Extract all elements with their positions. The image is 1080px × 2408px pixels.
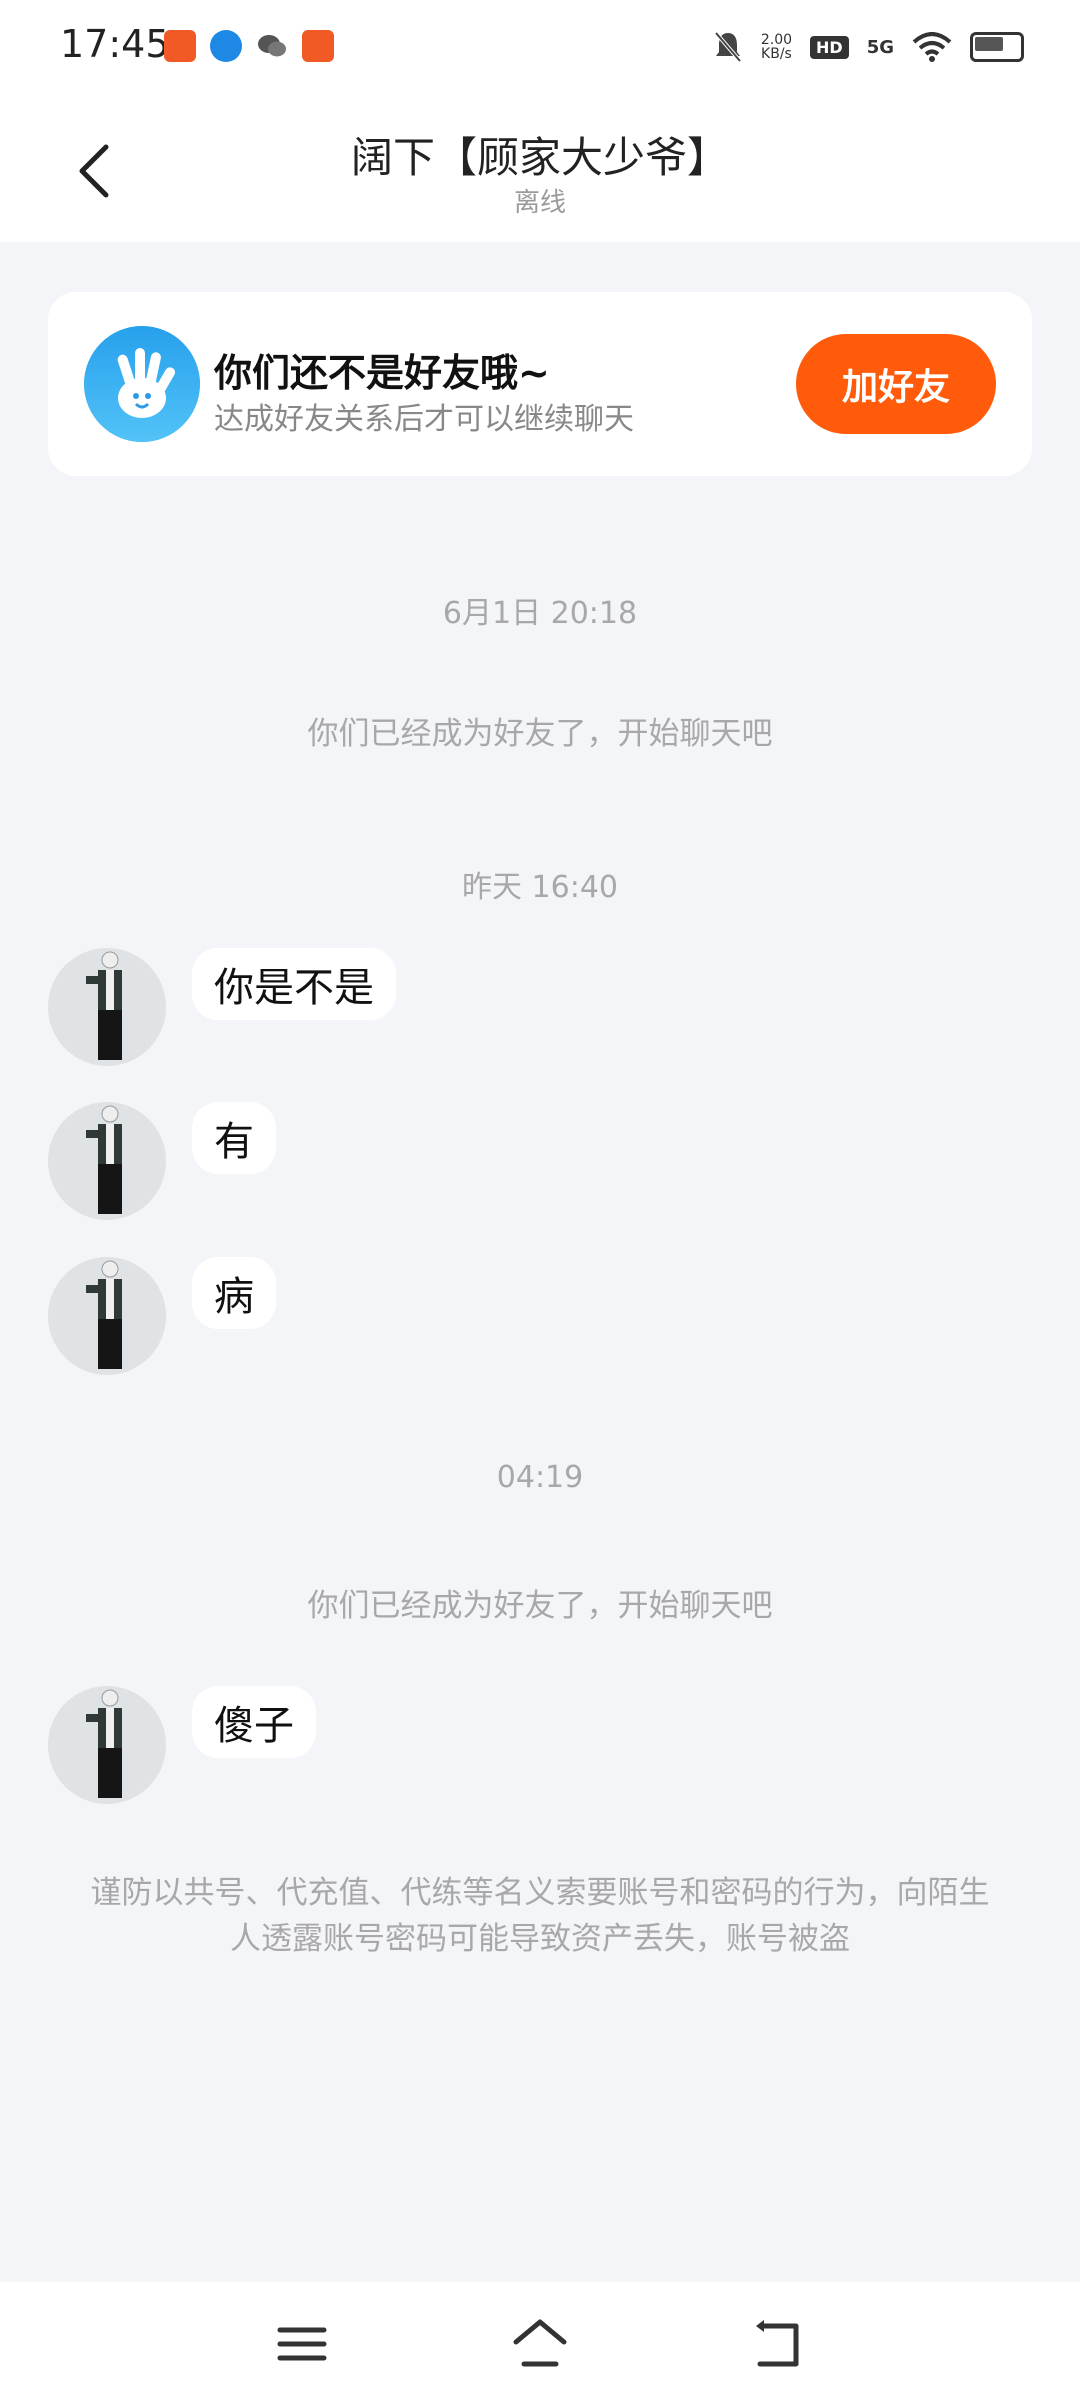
back-nav-icon[interactable]: [750, 2314, 810, 2374]
battery-icon: [970, 32, 1024, 62]
chat-header: 阔下【顾家大少爷】 离线: [0, 96, 1080, 242]
net-speed-unit: KB/s: [761, 46, 792, 62]
timestamp: 04:19: [496, 1460, 584, 1495]
hand-wave-icon: [84, 326, 200, 442]
network-type: 5G: [866, 36, 894, 58]
timestamp: 6月1日 20:18: [442, 596, 638, 631]
message-bubble[interactable]: 傻子: [192, 1686, 316, 1758]
message-row: 你是不是: [48, 948, 948, 1068]
message-bubble[interactable]: 你是不是: [192, 948, 396, 1020]
app-notification-icon: [164, 30, 196, 62]
add-friend-button[interactable]: 加好友: [796, 334, 996, 434]
net-speed-value: 2.00: [760, 32, 793, 48]
mute-bell-icon: [714, 31, 742, 63]
avatar[interactable]: [48, 1686, 166, 1804]
system-message: 你们已经成为好友了，开始聊天吧: [307, 1588, 773, 1624]
network-speed: 2.00 KB/s: [761, 33, 792, 61]
system-message: 你们已经成为好友了，开始聊天吧: [307, 716, 773, 752]
message-row: 有: [48, 1102, 948, 1222]
wifi-icon: [912, 32, 952, 62]
status-bar: 17:45 2.00 KB/s HD 5G: [0, 0, 1080, 96]
contact-status: 离线: [513, 188, 566, 218]
avatar[interactable]: [48, 1257, 166, 1375]
avatar[interactable]: [48, 948, 166, 1066]
not-friend-card: 你们还不是好友哦~ 达成好友关系后才可以继续聊天 加好友: [48, 292, 1032, 476]
notification-icons: [164, 30, 334, 62]
system-indicators: 2.00 KB/s HD 5G: [713, 30, 1024, 64]
card-subtitle: 达成好友关系后才可以继续聊天: [214, 402, 634, 437]
card-title: 你们还不是好友哦~: [214, 351, 550, 395]
security-warning: 谨防以共号、代充值、代练等名义索要账号和密码的行为，向陌生人透露账号密码可能导致…: [90, 1875, 990, 1957]
system-nav-bar: [0, 2282, 1080, 2408]
message-bubble[interactable]: 有: [192, 1102, 276, 1174]
home-icon[interactable]: [510, 2314, 570, 2374]
status-time: 17:45: [60, 22, 170, 66]
hd-badge: HD: [810, 35, 849, 59]
avatar[interactable]: [48, 1102, 166, 1220]
wechat-icon: [258, 35, 286, 57]
browser-notification-icon: [210, 30, 242, 62]
contact-name: 阔下【顾家大少爷】: [350, 133, 729, 182]
menu-icon[interactable]: [272, 2314, 332, 2374]
message-row: 傻子: [48, 1686, 948, 1806]
timestamp: 昨天 16:40: [462, 870, 618, 905]
app-notification-icon-2: [302, 30, 334, 62]
message-bubble[interactable]: 病: [192, 1257, 276, 1329]
message-row: 病: [48, 1257, 948, 1377]
